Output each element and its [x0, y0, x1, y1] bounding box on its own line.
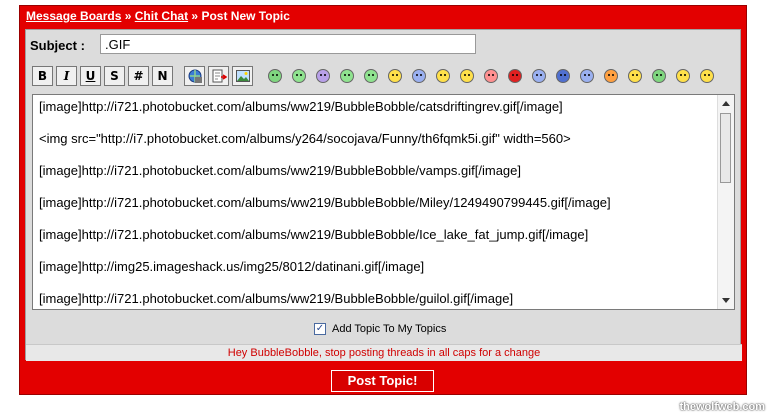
formatting-toolbar: B I U S # N [32, 64, 720, 88]
smiley-happy-green-icon[interactable] [648, 66, 669, 86]
post-topic-form: Message Boards » Chit Chat » Post New To… [19, 5, 747, 395]
message-line: [image]http://i721.photobucket.com/album… [39, 163, 521, 178]
editor-panel: Subject : B I U S # N [25, 29, 742, 361]
add-topic-label: Add Topic To My Topics [332, 323, 447, 335]
watermark: thewolfweb.com [679, 401, 765, 413]
smiley-yellow-icon[interactable] [672, 66, 693, 86]
breadcrumb-separator: » [191, 9, 199, 23]
smiley-happy-orange-icon[interactable] [600, 66, 621, 86]
smiley-frown-icon[interactable] [408, 66, 429, 86]
notice-message: Hey BubbleBobble, stop posting threads i… [26, 344, 742, 361]
scroll-up-arrow-icon[interactable] [722, 101, 730, 106]
smiley-sleepy-icon[interactable] [624, 66, 645, 86]
breadcrumb-message-boards[interactable]: Message Boards [26, 9, 121, 23]
scroll-thumb[interactable] [720, 113, 731, 183]
breadcrumb-separator: » [124, 9, 132, 23]
insert-file-icon[interactable] [208, 66, 229, 86]
code-button[interactable]: # [128, 66, 149, 86]
smiley-smile-icon[interactable] [288, 66, 309, 86]
message-textarea[interactable]: [image]http://i721.photobucket.com/album… [32, 94, 735, 310]
italic-button[interactable]: I [56, 66, 77, 86]
smiley-sunglasses-icon[interactable] [360, 66, 381, 86]
textarea-scrollbar[interactable] [717, 95, 734, 309]
subject-label: Subject : [30, 38, 85, 53]
post-topic-button[interactable]: Post Topic! [331, 370, 434, 392]
scroll-down-arrow-icon[interactable] [722, 298, 730, 303]
smiley-grin-icon[interactable] [264, 66, 285, 86]
smiley-tongue-icon[interactable] [576, 66, 597, 86]
add-topic-checkbox[interactable]: ✓ [314, 323, 326, 335]
message-line: [image]http://img25.imageshack.us/img25/… [39, 259, 425, 274]
breadcrumb-current: Post New Topic [201, 9, 290, 23]
smiley-angry-icon[interactable] [480, 66, 501, 86]
smiley-wink-icon[interactable] [384, 66, 405, 86]
smiley-dizzy-icon[interactable] [504, 66, 525, 86]
insert-image-icon[interactable] [232, 66, 253, 86]
strikethrough-button[interactable]: S [104, 66, 125, 86]
bold-button[interactable]: B [32, 66, 53, 86]
message-line: [image]http://i721.photobucket.com/album… [39, 99, 563, 114]
smiley-surprised-icon[interactable] [312, 66, 333, 86]
smiley-sad-icon[interactable] [552, 66, 573, 86]
breadcrumb-chit-chat[interactable]: Chit Chat [135, 9, 188, 23]
insert-link-icon[interactable] [184, 66, 205, 86]
breadcrumb: Message Boards » Chit Chat » Post New To… [26, 9, 290, 23]
message-line: [image]http://i721.photobucket.com/album… [39, 227, 589, 242]
smiley-smile-yellow-icon[interactable] [432, 66, 453, 86]
smiley-cool-icon[interactable] [336, 66, 357, 86]
smiley-laugh-icon[interactable] [456, 66, 477, 86]
smiley-big-grin-icon[interactable] [696, 66, 717, 86]
smiley-confused-icon[interactable] [528, 66, 549, 86]
subject-input[interactable] [100, 34, 476, 54]
underline-button[interactable]: U [80, 66, 101, 86]
message-line: <img src="http://i7.photobucket.com/albu… [39, 131, 571, 146]
normal-button[interactable]: N [152, 66, 173, 86]
message-line: [image]http://i721.photobucket.com/album… [39, 291, 514, 306]
add-topic-row: ✓ Add Topic To My Topics [314, 323, 446, 335]
message-line: [image]http://i721.photobucket.com/album… [39, 195, 611, 210]
